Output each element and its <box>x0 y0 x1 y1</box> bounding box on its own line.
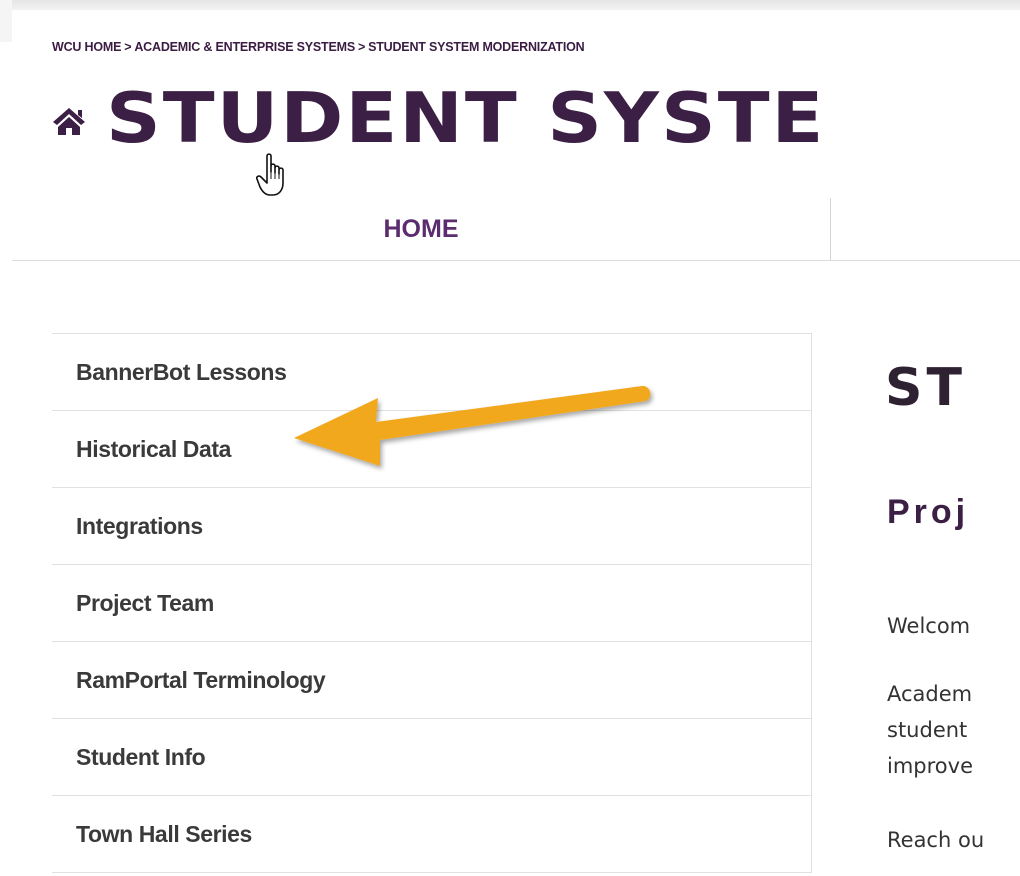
nav-home-link[interactable]: HOME <box>12 198 830 260</box>
sidebar-item-town-hall-series[interactable]: Town Hall Series <box>52 796 811 873</box>
site-header: STUDENT SYSTE <box>52 80 825 156</box>
body-paragraph-line: Academ <box>887 682 973 706</box>
breadcrumb-academic-enterprise-systems[interactable]: ACADEMIC & ENTERPRISE SYSTEMS <box>134 40 355 54</box>
hand-pointer-icon <box>256 153 284 196</box>
body-paragraph-line: student <box>887 718 968 742</box>
nav-divider <box>830 198 831 260</box>
body-paragraph-line: improve <box>887 754 973 778</box>
sidebar-item-student-info[interactable]: Student Info <box>52 719 811 796</box>
page: WCU HOME > ACADEMIC & ENTERPRISE SYSTEMS > S… <box>0 0 1020 876</box>
page-heading: ST <box>885 358 966 418</box>
section-heading: Proj <box>887 493 970 531</box>
site-title[interactable]: STUDENT SYSTE <box>106 83 825 153</box>
breadcrumb: WCU HOME > ACADEMIC & ENTERPRISE SYSTEMS > S… <box>52 40 585 54</box>
main-nav: HOME <box>12 198 1020 261</box>
browser-top-edge <box>0 0 1020 10</box>
browser-left-edge <box>0 0 12 42</box>
sidebar-item-ramportal-terminology[interactable]: RamPortal Terminology <box>52 642 811 719</box>
sidebar-item-project-team[interactable]: Project Team <box>52 565 811 642</box>
main-content: ST Proj Welcom Academ student improve Re… <box>885 340 1020 876</box>
sidebar-item-integrations[interactable]: Integrations <box>52 488 811 565</box>
breadcrumb-wcu-home[interactable]: WCU HOME <box>52 40 121 54</box>
breadcrumb-student-system-modernization[interactable]: STUDENT SYSTEM MODERNIZATION <box>368 40 585 54</box>
contact-paragraph: Reach ou <box>887 828 985 852</box>
home-icon[interactable] <box>52 106 86 136</box>
arrow-icon <box>294 385 651 466</box>
intro-paragraph: Welcom <box>887 614 971 638</box>
breadcrumb-separator: > <box>124 40 132 54</box>
breadcrumb-separator: > <box>357 40 366 54</box>
